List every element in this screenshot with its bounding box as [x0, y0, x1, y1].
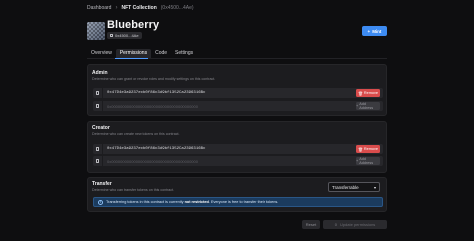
add-label: Add Address	[359, 157, 374, 165]
transfer-title: Transfer	[92, 181, 112, 187]
add-label: Add Address	[359, 102, 374, 110]
copy-icon	[95, 147, 100, 151]
page-title: Blueberry	[107, 19, 160, 31]
transfer-description: Determine who can transfer tokens on thi…	[92, 188, 175, 192]
trash-icon: 🗑	[358, 91, 363, 96]
admin-section: Admin Determine who can grant or revoke …	[87, 64, 387, 116]
info-text-prefix: Transferring tokens in this contract is …	[106, 200, 184, 204]
breadcrumb-current: NFT Collection	[121, 5, 157, 11]
pending-changes-count: 0	[334, 222, 337, 227]
chevron-down-icon: ▾	[373, 184, 376, 190]
creator-address-row: 0x47D4e3a9237ecb0f86c3d9bf1352Ca2396316B…	[93, 144, 383, 154]
breadcrumb-address: (0x4500...4Ae)	[160, 5, 194, 11]
transfer-info-banner: i Transferring tokens in this contract i…	[93, 197, 383, 207]
admin-description: Determine who can grant or revoke roles …	[92, 77, 216, 81]
copy-icon	[95, 91, 100, 95]
admin-add-button[interactable]: + Add Address	[356, 102, 380, 110]
creator-add-button[interactable]: + Add Address	[356, 157, 380, 165]
trash-icon: 🗑	[358, 147, 363, 152]
creator-title: Creator	[92, 125, 110, 131]
creator-remove-button[interactable]: 🗑 Remove	[356, 145, 380, 153]
mint-button-label: Mint	[372, 28, 382, 34]
creator-add-row: 0x00000000000000000000000000000000000000…	[93, 156, 383, 166]
collection-avatar	[87, 22, 105, 40]
paste-button[interactable]	[93, 156, 103, 166]
reset-button[interactable]: Reset	[302, 220, 320, 229]
breadcrumb: Dashboard › NFT Collection (0x4500...4Ae…	[87, 4, 194, 12]
breadcrumb-separator: ›	[115, 4, 118, 11]
active-tab-indicator	[115, 58, 148, 59]
admin-address-input[interactable]: 0x00000000000000000000000000000000000000…	[103, 104, 198, 109]
creator-section: Creator Determine who can create new tok…	[87, 121, 387, 173]
admin-address: 0x47D4e3a9237ecb0f86c3d9bf1352Ca2396316B…	[107, 91, 206, 95]
creator-description: Determine who can create new tokens on t…	[92, 132, 180, 136]
copy-address-button[interactable]	[93, 88, 103, 98]
transfer-mode-select[interactable]: Transferrable ▾	[328, 182, 380, 192]
transfer-section: Transfer Determine who can transfer toke…	[87, 177, 387, 212]
remove-label: Remove	[363, 147, 378, 151]
admin-remove-button[interactable]: 🗑 Remove	[356, 89, 380, 97]
info-text-bold: not restricted	[184, 200, 209, 204]
copy-icon	[95, 104, 100, 108]
copy-icon	[95, 159, 100, 163]
remove-label: Remove	[363, 91, 378, 95]
info-icon: i	[98, 199, 103, 205]
contract-address: 0x4500...4Ae	[115, 33, 139, 38]
creator-address-input[interactable]: 0x00000000000000000000000000000000000000…	[103, 159, 198, 164]
contract-address-chip[interactable]: 0x4500...4Ae	[107, 32, 142, 39]
admin-address-row: 0x47D4e3a9237ecb0f86c3d9bf1352Ca2396316B…	[93, 88, 383, 98]
info-text-suffix: . Everyone is free to transfer their tok…	[208, 200, 279, 204]
info-text: Transferring tokens in this contract is …	[106, 200, 278, 204]
paste-button[interactable]	[93, 101, 103, 111]
creator-address: 0x47D4e3a9237ecb0f86c3d9bf1352Ca2396316B…	[107, 147, 206, 151]
copy-icon	[110, 34, 113, 37]
breadcrumb-dashboard-link[interactable]: Dashboard	[87, 5, 111, 11]
update-permissions-label: Update permissions	[339, 222, 376, 227]
update-permissions-button[interactable]: 0 Update permissions	[323, 220, 387, 229]
copy-address-button[interactable]	[93, 144, 103, 154]
plus-icon: +	[367, 28, 371, 34]
plus-icon: +	[356, 104, 359, 108]
admin-title: Admin	[92, 70, 108, 76]
plus-icon: +	[356, 159, 359, 163]
mint-button[interactable]: + Mint	[362, 26, 387, 36]
transfer-mode-value: Transferrable	[332, 184, 359, 190]
admin-add-row: 0x00000000000000000000000000000000000000…	[93, 101, 383, 111]
